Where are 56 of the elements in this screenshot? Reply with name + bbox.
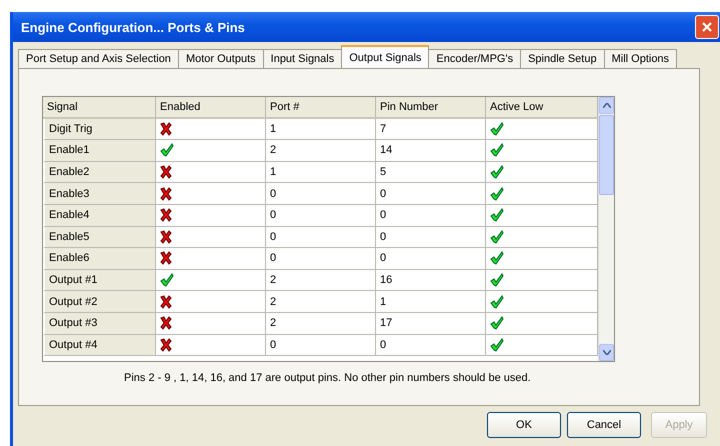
tab[interactable]: Spindle Setup (520, 49, 605, 68)
scrollbar-thumb[interactable] (599, 115, 614, 195)
column-header[interactable]: Pin Number (376, 97, 486, 119)
table-cell: 14 (376, 140, 486, 162)
table-cell: 1 (266, 118, 376, 140)
caret-down-icon (602, 350, 610, 355)
table-cell: 0 (376, 204, 486, 227)
table-cell: 2 (266, 140, 376, 162)
tab[interactable]: Output Signals (341, 45, 430, 68)
scroll-down-button[interactable] (599, 344, 614, 361)
table-cell: 0 (266, 204, 376, 227)
table-cell: 1 (376, 291, 486, 313)
table-cell: 0 (266, 226, 376, 248)
pin-note: Pins 2 - 9 , 1, 14, 16, and 17 are output pins. No other pin numbers should be used. (124, 372, 532, 384)
column-header[interactable]: Enabled (156, 97, 266, 119)
table-cell: 1 (266, 162, 376, 184)
table-cell: 0 (266, 248, 376, 270)
caret-up-icon (602, 103, 610, 108)
row-header: Output #4 (43, 334, 156, 356)
column-header[interactable]: Signal (43, 97, 156, 119)
row-header: Enable1 (43, 140, 156, 162)
column-header[interactable]: Active Low (486, 97, 598, 119)
table-cell: 2 (266, 291, 376, 313)
close-button[interactable] (695, 15, 719, 39)
column-header[interactable]: Port # (266, 97, 376, 119)
table-cell: 7 (376, 118, 486, 140)
row-header: Digit Trig (43, 118, 156, 140)
table-cell: 0 (376, 248, 486, 270)
dialog-button[interactable]: OK (487, 412, 561, 438)
window-title: Engine Configuration... Ports & Pins (21, 20, 245, 34)
table-cell: 5 (376, 162, 486, 184)
tab[interactable]: Encoder/MPG's (428, 49, 522, 68)
row-header: Enable4 (43, 204, 156, 227)
tab[interactable]: Input Signals (262, 49, 342, 68)
table-cell: 2 (266, 312, 376, 335)
row-header: Enable3 (43, 183, 156, 205)
row-header: Enable6 (43, 248, 156, 270)
table-cell: 0 (266, 334, 376, 356)
tab[interactable]: Port Setup and Axis Selection (18, 49, 179, 68)
row-header: Enable2 (43, 162, 156, 184)
table-cell: 2 (266, 270, 376, 292)
row-header: Enable5 (43, 226, 156, 248)
dialog-button[interactable]: Cancel (567, 412, 641, 438)
row-header: Output #2 (43, 291, 156, 313)
tab[interactable]: Motor Outputs (178, 49, 264, 68)
table-cell: 0 (376, 226, 486, 248)
tab[interactable]: Mill Options (604, 49, 678, 68)
close-icon (701, 21, 713, 33)
table-cell: 17 (376, 312, 486, 335)
table-cell: 0 (376, 183, 486, 205)
row-header: Output #1 (43, 270, 156, 292)
scroll-up-button[interactable] (599, 97, 614, 114)
table-cell: 0 (376, 334, 486, 356)
row-header: Output #3 (43, 312, 156, 335)
table-cell: 16 (376, 270, 486, 292)
table-cell: 0 (266, 183, 376, 205)
